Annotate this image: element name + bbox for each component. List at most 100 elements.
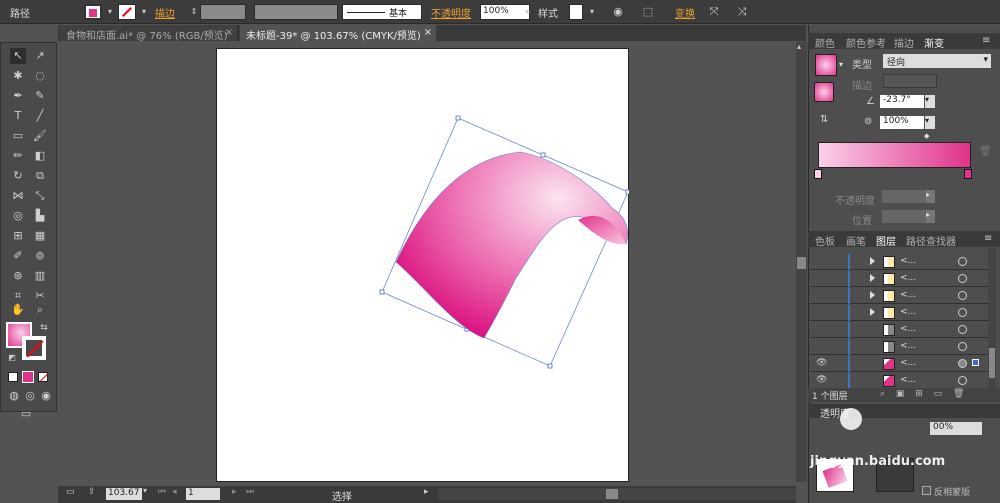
layer-row[interactable]: <... [810, 288, 996, 304]
stroke-dropdown-icon[interactable]: ▾ [136, 4, 152, 20]
stop-opacity-input[interactable] [882, 190, 926, 203]
stop-location-dropdown-icon[interactable]: ▸ [926, 210, 935, 223]
opacity-label[interactable]: 不透明度 [431, 5, 471, 20]
tab-close-icon[interactable]: × [225, 27, 233, 38]
color-mode-button[interactable] [8, 372, 18, 382]
target-icon[interactable] [958, 325, 967, 334]
artboard-nav-icon[interactable]: ▭ [66, 487, 75, 497]
first-artboard-button[interactable]: ⏮ [158, 487, 166, 497]
hand-tool-icon[interactable]: ✋ [10, 302, 26, 318]
stop-opacity-dropdown-icon[interactable]: ▸ [926, 190, 935, 203]
gradient-preview-swatch[interactable] [815, 54, 837, 76]
rotate-tool-icon[interactable]: ↻ [10, 168, 26, 184]
layer-row[interactable]: <... [810, 339, 996, 355]
opacity-dropdown-icon[interactable]: ▸ [520, 4, 536, 20]
midpoint-diamond-icon[interactable]: ◆ [924, 132, 929, 140]
swap-colors-icon[interactable]: ⇆ [36, 320, 52, 336]
tab-pathfinder[interactable]: 路径查找器 [906, 233, 956, 248]
fill-swatch[interactable] [84, 4, 102, 20]
tab-close-icon[interactable]: × [424, 27, 432, 38]
recolor-artwork-icon[interactable]: ◉ [610, 4, 626, 20]
fill-stroke-proxy[interactable] [814, 82, 834, 102]
zoom-input[interactable]: 103.67 [106, 488, 142, 500]
fill-dropdown-icon[interactable]: ▾ [102, 4, 118, 20]
transform-label[interactable]: 变换 [675, 5, 695, 20]
layer-footer-icons[interactable]: ⌕ ▣ ⊞ ▭ 🗑 [880, 389, 968, 399]
align-icon[interactable]: ⬚ [640, 4, 656, 20]
target-icon[interactable] [958, 257, 967, 266]
screen-mode-icon[interactable]: ▭ [18, 406, 34, 422]
line-tool-icon[interactable]: ╱ [32, 108, 48, 124]
gradient-stop-right[interactable] [964, 169, 972, 179]
gradient-type-select[interactable]: 径向 ▾ [883, 54, 991, 68]
layer-row[interactable]: <... [810, 254, 996, 270]
layer-row[interactable]: <... [810, 305, 996, 321]
shape-builder-icon[interactable]: ◎ [10, 208, 26, 224]
draw-normal-icon[interactable]: ◍ [6, 388, 22, 404]
style-dropdown-icon[interactable]: ▾ [584, 4, 600, 20]
gradient-preview-dropdown-icon[interactable]: ▾ [839, 60, 843, 69]
magic-wand-icon[interactable]: ✱ [10, 68, 26, 84]
stop-location-input[interactable] [882, 210, 926, 223]
panel-menu-icon[interactable]: ≡ [982, 35, 990, 46]
transparency-thumbnail[interactable] [816, 458, 854, 492]
status-menu-arrow[interactable]: ▸ [424, 487, 429, 497]
pencil-icon[interactable]: ✏ [10, 148, 26, 164]
aspect-ratio-input[interactable]: 100% [880, 116, 924, 129]
tab-stroke[interactable]: 描边 [894, 35, 914, 50]
gradient-slider-bar[interactable] [818, 142, 971, 168]
mask-thumbnail[interactable] [876, 458, 914, 492]
layers-menu-icon[interactable]: ≡ [984, 233, 992, 244]
curvature-icon[interactable]: ✎ [32, 88, 48, 104]
canvas-artwork[interactable] [216, 48, 629, 482]
vertical-scroll-thumb[interactable] [797, 257, 806, 269]
eraser-icon[interactable]: ◧ [32, 148, 48, 164]
variable-width-select[interactable] [254, 4, 338, 20]
stroke-color-box[interactable] [22, 336, 46, 360]
tab-gradient[interactable]: 渐变 [924, 35, 944, 50]
target-icon[interactable] [958, 359, 967, 368]
blend-tool-icon[interactable]: ⊚ [32, 248, 48, 264]
direct-selection-tool-icon[interactable]: ↗ [32, 48, 48, 64]
gradient-tool-icon[interactable]: ▦ [32, 228, 48, 244]
horizontal-scrollbar[interactable] [438, 488, 796, 500]
width-tool-icon[interactable]: ⋈ [10, 188, 26, 204]
none-mode-button[interactable] [38, 372, 48, 382]
angle-input[interactable]: -23.7° [880, 95, 924, 108]
transparency-opacity-input[interactable]: 00% [930, 422, 982, 435]
layer-row[interactable]: <... [810, 322, 996, 338]
document-tab-1[interactable]: 食物和店面.ai* @ 76% (RGB/预览) × [60, 25, 238, 42]
chart-tool-icon[interactable]: ▙ [32, 208, 48, 224]
pen-tool-icon[interactable]: ✒ [10, 88, 26, 104]
scale-tool-icon[interactable]: ⧉ [32, 168, 48, 184]
prev-artboard-button[interactable]: ◂ [172, 487, 177, 497]
layer-row[interactable]: <... [810, 271, 996, 287]
options-icon[interactable]: ⤨ [734, 4, 750, 20]
scroll-up-arrow[interactable]: ▴ [797, 42, 806, 52]
column-graph-icon[interactable]: ▥ [32, 268, 48, 284]
type-tool-icon[interactable]: T [10, 108, 26, 124]
symbol-sprayer-icon[interactable]: ⊛ [10, 268, 26, 284]
mesh-tool-icon[interactable]: ⊞ [10, 228, 26, 244]
horizontal-scroll-thumb[interactable] [606, 489, 618, 499]
target-icon[interactable] [958, 376, 967, 385]
gradient-mode-button[interactable] [22, 371, 34, 383]
share-icon[interactable]: ⇪ [88, 487, 96, 497]
angle-dropdown-icon[interactable]: ▾ [925, 95, 935, 108]
stroke-gradient-options[interactable] [883, 74, 937, 88]
reverse-gradient-icon[interactable]: ⇅ [820, 114, 828, 125]
target-icon[interactable] [958, 342, 967, 351]
free-transform-icon[interactable]: ⤡ [32, 188, 48, 204]
tab-color-guide[interactable]: 颜色参考 [846, 35, 886, 50]
next-artboard-button[interactable]: ▸ [232, 487, 237, 497]
target-icon[interactable] [958, 274, 967, 283]
page-input[interactable]: 1 [186, 488, 220, 500]
last-artboard-button[interactable]: ⏭ [246, 487, 254, 497]
gradient-stop-left[interactable] [814, 169, 822, 179]
gradient-delete-stop-icon[interactable]: 🗑 [979, 146, 992, 157]
draw-behind-icon[interactable]: ◎ [22, 388, 38, 404]
tab-layers[interactable]: 图层 [876, 233, 896, 248]
tab-color[interactable]: 颜色 [815, 35, 835, 50]
lasso-icon[interactable]: ◌ [32, 68, 48, 84]
stroke-swatch[interactable] [118, 4, 136, 20]
